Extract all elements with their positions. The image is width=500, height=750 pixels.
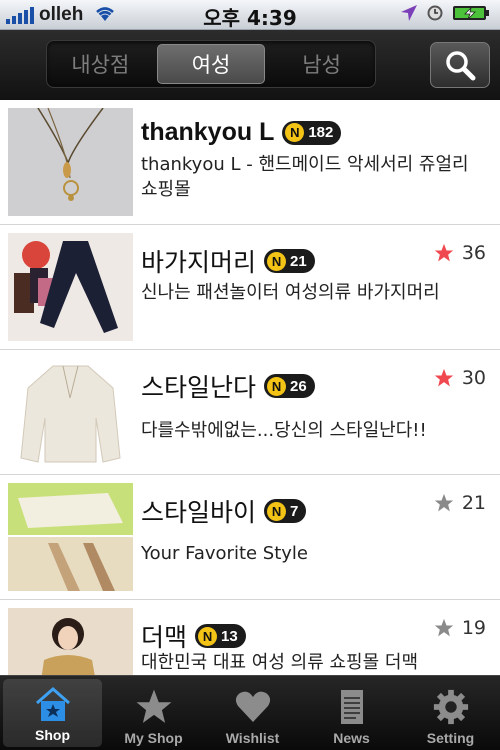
- gear-icon: [433, 689, 468, 725]
- star-icon: [434, 493, 453, 512]
- shop-thumbnail: [8, 358, 133, 466]
- new-items-badge: N 26: [264, 374, 315, 398]
- new-items-badge: N7: [264, 499, 307, 523]
- shop-thumbnail: [8, 108, 133, 216]
- shop-row-stylenanda[interactable]: 스타일난다 N 26 30 다를수밖에없는...당신의 스타일난다!!: [0, 350, 500, 475]
- heart-icon: [235, 691, 270, 722]
- shop-list: thankyou L N 182 thankyou L - 핸드메이드 악세서리 …: [0, 100, 500, 675]
- tab-setting[interactable]: Setting: [401, 676, 500, 750]
- search-icon: [446, 51, 476, 81]
- favorite-count: 21: [434, 492, 486, 514]
- shop-thumbnail: [8, 608, 133, 675]
- tab-my-shop[interactable]: My Shop: [104, 676, 203, 750]
- segment-my-shop[interactable]: 내상점: [47, 41, 154, 87]
- star-icon: [434, 618, 453, 637]
- location-arrow-icon: [400, 4, 418, 26]
- shop-name: 바가지머리: [141, 248, 257, 277]
- shop-description: 신나는 패션놀이터 여성의류 바가지머리: [141, 282, 440, 303]
- favorite-count: 19: [434, 617, 486, 639]
- shop-description: Your Favorite Style: [141, 543, 309, 564]
- new-items-badge: N 13: [195, 624, 246, 648]
- shop-thumbnail: [8, 483, 133, 591]
- segment-women[interactable]: 여성: [156, 44, 266, 84]
- segment-men[interactable]: 남성: [268, 41, 375, 87]
- shop-name: 스타일난다: [141, 373, 257, 402]
- shop-name: 스타일바이: [141, 498, 257, 527]
- star-icon: [136, 689, 171, 723]
- shop-name: thankyou L: [141, 118, 275, 146]
- battery-charging-icon: [452, 4, 492, 26]
- shop-description: thankyou L - 핸드메이드 악세서리 쥬얼리 쇼핑몰: [141, 154, 469, 200]
- tab-news[interactable]: News: [302, 676, 401, 750]
- new-items-badge: N 182: [282, 120, 342, 145]
- shop-row-bagajimeori[interactable]: 바가지머리 N 21 36 신나는 패션놀이터 여성의류 바가지머리: [0, 225, 500, 350]
- tab-wishlist[interactable]: Wishlist: [203, 676, 302, 750]
- alarm-clock-icon: [426, 4, 444, 26]
- shop-row-themac[interactable]: 더맥 N 13 19 대한민국 대표 여성 의류 쇼핑몰 더맥: [0, 600, 500, 675]
- favorite-count: 30: [434, 367, 486, 389]
- house-icon: [35, 687, 70, 721]
- tab-bar: Shop My Shop Wishlist News Setting: [0, 675, 500, 750]
- star-icon: [434, 243, 453, 262]
- signal-strength-icon: [6, 6, 34, 24]
- shop-description: 다를수밖에없는...당신의 스타일난다!!: [141, 420, 427, 441]
- search-button[interactable]: [430, 42, 490, 88]
- shop-name: 더맥: [141, 623, 188, 652]
- new-items-badge: N 21: [264, 249, 315, 273]
- shop-thumbnail: [8, 233, 133, 341]
- shop-row-stylebuy[interactable]: 스타일바이 N7 21 Your Favorite Style: [0, 475, 500, 600]
- favorite-count: 36: [434, 242, 486, 264]
- shop-row-thankyou-l[interactable]: thankyou L N 182 thankyou L - 핸드메이드 악세서리 …: [0, 100, 500, 225]
- shop-description: 대한민국 대표 여성 의류 쇼핑몰 더맥: [141, 652, 419, 673]
- star-icon: [434, 368, 453, 387]
- document-icon: [340, 690, 363, 724]
- tab-shop[interactable]: Shop: [3, 679, 102, 747]
- wifi-icon: [93, 4, 117, 26]
- navigation-bar: 내상점 여성 남성: [0, 30, 500, 100]
- category-segmented-control: 내상점 여성 남성: [46, 40, 376, 88]
- carrier-name: olleh: [39, 3, 84, 25]
- status-bar: olleh 오후 4:39: [0, 0, 500, 30]
